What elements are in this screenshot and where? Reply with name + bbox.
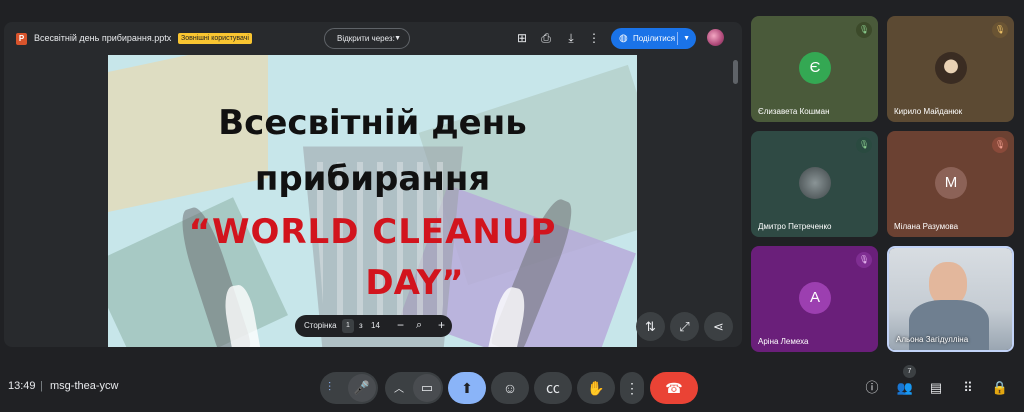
- phone-hangup-icon: ☎: [665, 380, 683, 396]
- scrollbar[interactable]: [733, 60, 738, 84]
- user-avatar[interactable]: [707, 29, 724, 46]
- caret-down-icon: ▼: [394, 35, 401, 42]
- more-vert-icon: ⋮: [625, 380, 639, 396]
- presentation-toolbar: P Всесвітній день прибирання.pptx Зовніш…: [4, 22, 742, 56]
- activities-icon[interactable]: ⠿: [958, 378, 978, 398]
- page-of: з: [359, 321, 363, 330]
- end-call-button[interactable]: ☎: [650, 372, 698, 404]
- reactions-button[interactable]: ☺: [491, 372, 529, 404]
- participant-name: Дмитро Петреченко: [758, 222, 832, 231]
- page-navigator: Сторінка 1 з 14 − ⌕ +: [295, 315, 452, 337]
- person-body: [909, 300, 989, 350]
- external-users-badge: Зовнішні користувачі: [178, 33, 252, 44]
- divider: |: [40, 380, 43, 392]
- more-options-button[interactable]: ⋮: [620, 372, 644, 404]
- powerpoint-icon: P: [16, 33, 27, 45]
- host-controls-icon[interactable]: 🔒: [990, 378, 1010, 398]
- slide-title-line3: “WORLD CLEANUP: [188, 212, 557, 252]
- mic-group: ⫶ 🎤: [320, 372, 378, 404]
- download-icon[interactable]: ⤓: [563, 30, 579, 46]
- avatar: М: [935, 167, 967, 199]
- slide-title-line2: прибирання: [254, 159, 491, 199]
- present-screen-icon: ⬆: [461, 380, 473, 396]
- slide-title-line1: Всесвітній день: [218, 103, 527, 143]
- camera-icon[interactable]: ▭: [413, 374, 441, 402]
- zoom-out-icon[interactable]: −: [397, 318, 404, 332]
- add-comment-icon[interactable]: ⊞: [514, 30, 530, 46]
- info-icon[interactable]: ⓘ: [862, 378, 882, 398]
- participant-tile[interactable]: 🎙 Кирило Майданюк: [887, 16, 1014, 122]
- participant-name: Мілана Разумова: [894, 222, 959, 231]
- print-icon[interactable]: ⎙: [538, 30, 554, 46]
- avatar: [935, 52, 967, 84]
- participant-name: Єлизавета Кошман: [758, 107, 830, 116]
- page-number-input[interactable]: 1: [342, 319, 354, 333]
- participant-tile[interactable]: 🎙 Дмитро Петреченко: [751, 131, 878, 237]
- emoji-icon: ☺: [502, 380, 518, 396]
- participant-name: Аріна Лемеха: [758, 337, 809, 346]
- share-button[interactable]: ◍ Поділитися ▼: [611, 28, 696, 49]
- slide-title-line4: DAY”: [365, 263, 464, 303]
- chevron-up-icon[interactable]: ︿: [394, 380, 404, 395]
- clock: 13:49: [8, 380, 36, 392]
- captions-icon: ㏄: [546, 380, 560, 396]
- zoom-in-icon[interactable]: +: [438, 318, 445, 332]
- chat-icon[interactable]: ▤: [926, 378, 946, 398]
- participant-tile[interactable]: 🎙 М Мілана Разумова: [887, 131, 1014, 237]
- file-name: Всесвітній день прибирання.pptx: [34, 33, 172, 43]
- participant-tile[interactable]: 🎙 Є Єлизавета Кошман: [751, 16, 878, 122]
- open-with-button[interactable]: Відкрити через: ▼: [324, 28, 410, 49]
- meet-window: { "presentation": { "file_name": "Всесві…: [0, 0, 1024, 412]
- participant-name: Альона Загідулліна: [896, 335, 969, 344]
- raise-hand-button[interactable]: ✋: [577, 372, 615, 404]
- people-icon[interactable]: 👥: [895, 378, 915, 398]
- mic-muted-icon: 🎙: [856, 22, 872, 38]
- present-button[interactable]: ⬆: [448, 372, 486, 404]
- audio-level-icon: ⫶: [328, 380, 332, 394]
- share-divider: [677, 32, 678, 45]
- mic-muted-icon: 🎙: [992, 22, 1008, 38]
- page-label: Сторінка: [304, 321, 337, 330]
- avatar: Є: [799, 52, 831, 84]
- share-dropdown-icon[interactable]: ▼: [683, 28, 690, 49]
- swap-icon[interactable]: ⇅: [636, 312, 665, 341]
- participant-tile[interactable]: Альона Загідулліна: [887, 246, 1014, 352]
- page-total: 14: [371, 321, 380, 330]
- zoom-search-icon[interactable]: ⌕: [416, 319, 422, 332]
- meeting-code: msg-thea-ycw: [50, 380, 119, 392]
- open-with-label: Відкрити через: [337, 34, 393, 43]
- presentation-panel: P Всесвітній день прибирання.pptx Зовніш…: [4, 22, 742, 347]
- fullscreen-icon[interactable]: ⤢: [670, 312, 699, 341]
- avatar: [799, 167, 831, 199]
- share-label: Поділитися: [633, 34, 676, 43]
- slide-canvas: Всесвітній день прибирання “WORLD CLEANU…: [108, 55, 637, 347]
- participant-tile[interactable]: 🎙 А Аріна Лемеха: [751, 246, 878, 352]
- share-screen-icon[interactable]: ⋖: [704, 312, 733, 341]
- more-vert-icon[interactable]: ⋮: [586, 30, 602, 46]
- captions-button[interactable]: ㏄: [534, 372, 572, 404]
- microphone-icon[interactable]: 🎤: [348, 374, 376, 402]
- avatar: А: [799, 282, 831, 314]
- mic-muted-icon: 🎙: [856, 137, 872, 153]
- mic-muted-icon: 🎙: [992, 137, 1008, 153]
- camera-group: ︿ ▭: [385, 372, 443, 404]
- globe-icon: ◍: [619, 33, 628, 44]
- hand-icon: ✋: [587, 380, 605, 396]
- mic-muted-icon: 🎙: [856, 252, 872, 268]
- people-count-badge: 7: [903, 365, 916, 378]
- participant-name: Кирило Майданюк: [894, 107, 963, 116]
